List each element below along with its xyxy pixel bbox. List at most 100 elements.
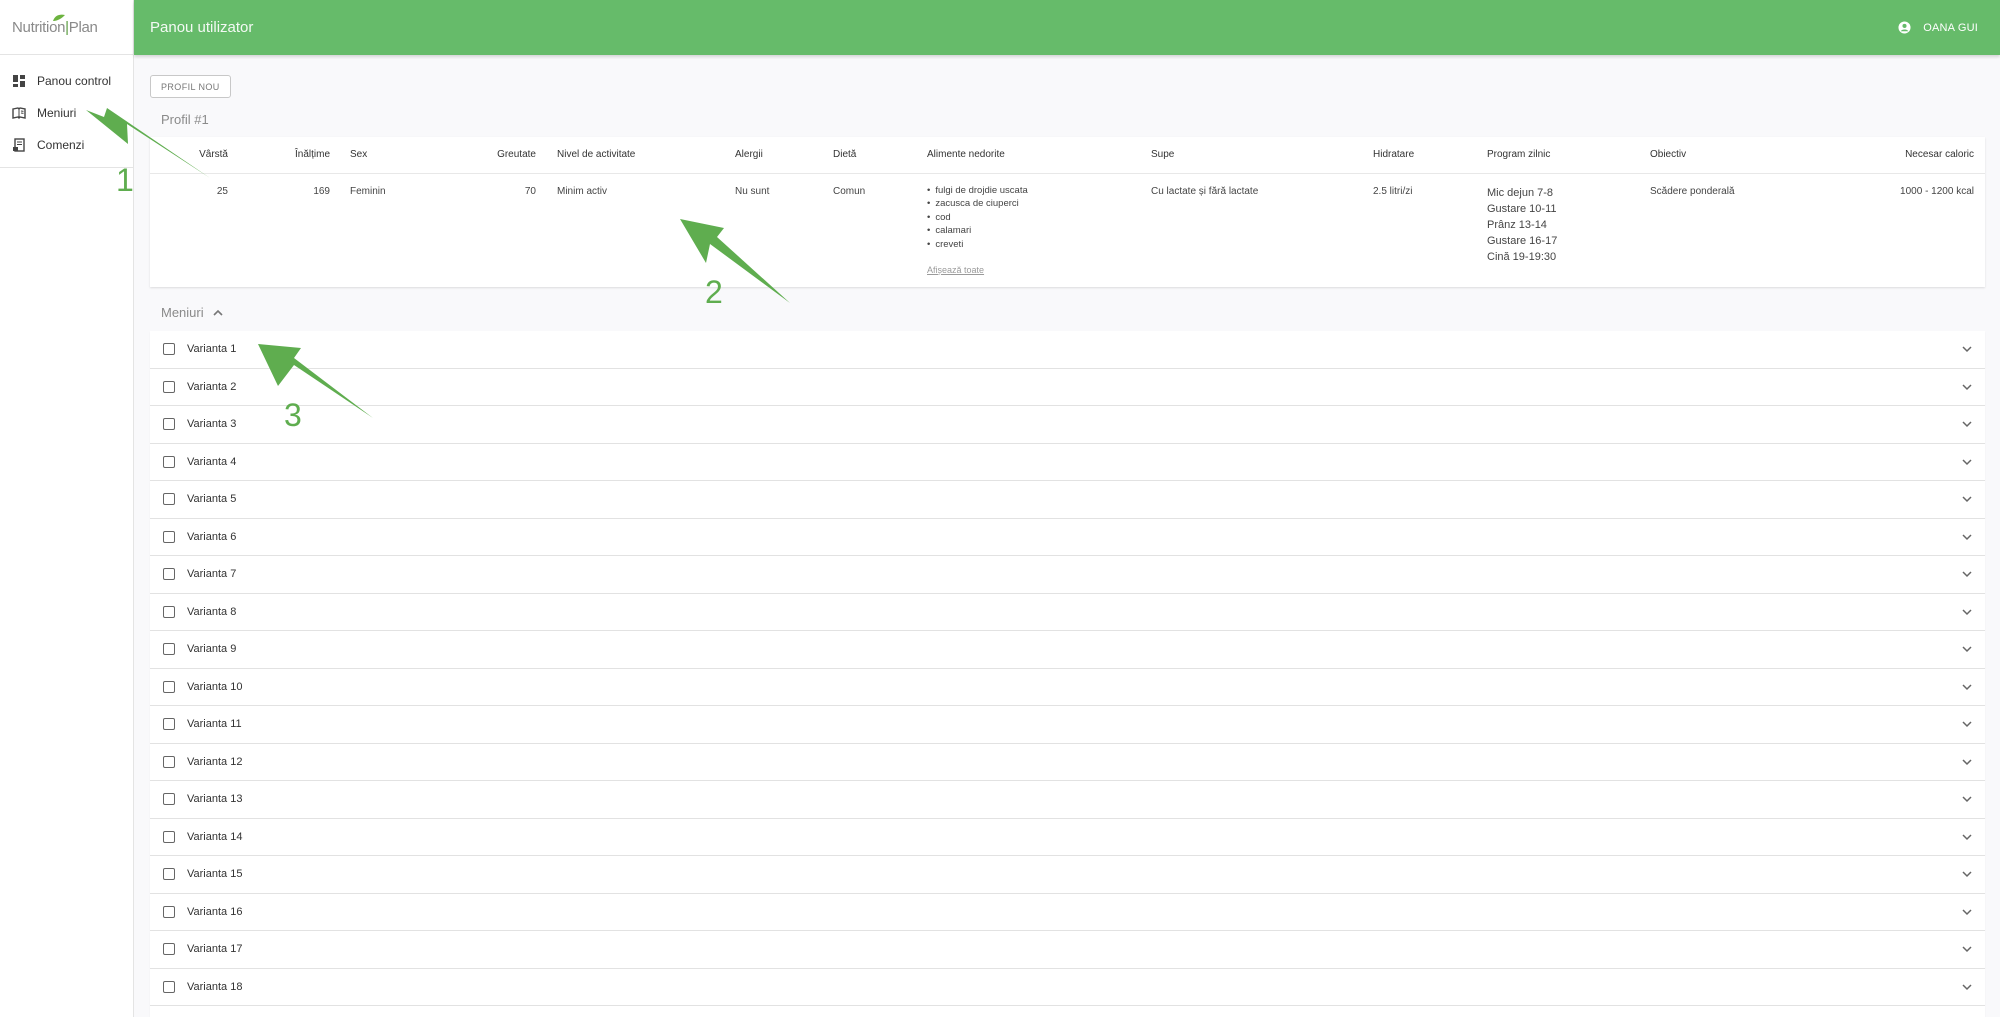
cell-activity: Minim activ: [557, 186, 608, 197]
variant-row[interactable]: Varianta 11: [150, 706, 1985, 744]
variant-row[interactable]: Varianta 18: [150, 968, 1985, 1006]
variant-label: Varianta 17: [187, 943, 243, 956]
variant-row[interactable]: Varianta 16: [150, 893, 1985, 931]
user-menu[interactable]: OANA GUI: [1898, 21, 1978, 34]
variant-row[interactable]: Varianta 19: [150, 1006, 1985, 1017]
header-divider: [150, 173, 1985, 174]
variant-checkbox[interactable]: [163, 455, 175, 468]
chevron-down-icon[interactable]: [1961, 793, 1973, 805]
variant-label: Varianta 14: [187, 830, 243, 843]
cell-goal: Scădere ponderală: [1650, 186, 1735, 197]
chevron-down-icon[interactable]: [1961, 643, 1973, 655]
variant-checkbox[interactable]: [163, 755, 175, 768]
variant-label: Varianta 8: [187, 605, 237, 618]
variant-checkbox[interactable]: [163, 718, 175, 731]
variant-row[interactable]: Varianta 13: [150, 781, 1985, 819]
chevron-down-icon[interactable]: [1961, 493, 1973, 505]
sidebar-item-meniuri[interactable]: Meniuri: [0, 97, 133, 129]
chevron-down-icon[interactable]: [1961, 868, 1973, 880]
variant-row[interactable]: Varianta 6: [150, 518, 1985, 556]
variant-row[interactable]: Varianta 5: [150, 481, 1985, 519]
variant-checkbox[interactable]: [163, 493, 175, 506]
list-item: zacusca de ciuperci: [927, 197, 1028, 210]
variant-checkbox[interactable]: [163, 418, 175, 431]
variant-checkbox[interactable]: [163, 605, 175, 618]
column-header: Alergii: [735, 149, 763, 160]
column-header: Program zilnic: [1487, 149, 1551, 160]
variant-label: Varianta 13: [187, 793, 243, 806]
column-header: Obiectiv: [1650, 149, 1687, 160]
variant-label: Varianta 2: [187, 380, 237, 393]
chevron-down-icon[interactable]: [1961, 381, 1973, 393]
variant-checkbox[interactable]: [163, 830, 175, 843]
variant-row[interactable]: Varianta 15: [150, 856, 1985, 894]
chevron-down-icon[interactable]: [1961, 418, 1973, 430]
variant-row[interactable]: Varianta 7: [150, 556, 1985, 594]
variant-row[interactable]: Varianta 10: [150, 668, 1985, 706]
chevron-down-icon[interactable]: [1961, 343, 1973, 355]
variant-row[interactable]: Varianta 12: [150, 743, 1985, 781]
sidebar: Nutrition|Plan Panou control Meniuri Com…: [0, 0, 134, 1017]
annotation-label-1: 1: [116, 162, 134, 198]
user-name: OANA GUI: [1923, 21, 1978, 34]
new-profile-button[interactable]: PROFIL NOU: [150, 75, 231, 98]
show-all-link[interactable]: Afișează toate: [927, 265, 984, 275]
sidebar-item-panou-control[interactable]: Panou control: [0, 65, 133, 97]
sidebar-item-comenzi[interactable]: Comenzi: [0, 129, 133, 161]
column-header: Supe: [1151, 149, 1175, 160]
sidebar-nav: Panou control Meniuri Comenzi: [0, 55, 133, 168]
variant-checkbox[interactable]: [163, 943, 175, 956]
chevron-down-icon[interactable]: [1961, 456, 1973, 468]
variant-row[interactable]: Varianta 17: [150, 931, 1985, 969]
sidebar-item-label: Comenzi: [37, 138, 85, 152]
variant-row[interactable]: Varianta 8: [150, 593, 1985, 631]
variant-row[interactable]: Varianta 9: [150, 631, 1985, 669]
variant-checkbox[interactable]: [163, 568, 175, 581]
chevron-down-icon[interactable]: [1961, 606, 1973, 618]
chevron-down-icon[interactable]: [1961, 531, 1973, 543]
variant-checkbox[interactable]: [163, 530, 175, 543]
schedule-item: Cină 19-19:30: [1487, 251, 1557, 263]
annotation-label-2: 2: [705, 274, 723, 310]
variant-row[interactable]: Varianta 14: [150, 818, 1985, 856]
chevron-down-icon[interactable]: [1961, 906, 1973, 918]
column-header: Vârstă: [199, 149, 228, 160]
variant-checkbox[interactable]: [163, 793, 175, 806]
variant-checkbox[interactable]: [163, 980, 175, 993]
chevron-down-icon[interactable]: [1961, 756, 1973, 768]
cell-allergies: Nu sunt: [735, 186, 770, 197]
variant-checkbox[interactable]: [163, 868, 175, 881]
chevron-down-icon[interactable]: [1961, 568, 1973, 580]
chevron-down-icon[interactable]: [1961, 981, 1973, 993]
variant-label: Varianta 10: [187, 680, 243, 693]
variant-row[interactable]: Varianta 3: [150, 406, 1985, 444]
variant-row[interactable]: Varianta 4: [150, 443, 1985, 481]
chevron-down-icon[interactable]: [1961, 943, 1973, 955]
logo[interactable]: Nutrition|Plan: [0, 0, 133, 55]
dashboard-icon: [13, 75, 25, 87]
variant-checkbox[interactable]: [163, 905, 175, 918]
list-item: calamari: [927, 224, 1028, 237]
page-title: Panou utilizator: [150, 19, 254, 36]
variant-checkbox[interactable]: [163, 643, 175, 656]
menus-section-toggle[interactable]: Meniuri: [161, 305, 223, 320]
variant-row[interactable]: Varianta 1: [150, 331, 1985, 369]
chevron-down-icon[interactable]: [1961, 831, 1973, 843]
variants-list: Varianta 1 Varianta 2 Varianta 3 Varianta 4…: [150, 331, 1985, 1017]
variant-checkbox[interactable]: [163, 343, 175, 356]
variant-label: Varianta 12: [187, 755, 243, 768]
cell-calories: 1000 - 1200 kcal: [1900, 186, 1974, 197]
profile-table: Vârstă Înălțime Sex Greutate Nivel de ac…: [150, 137, 1985, 287]
variant-label: Varianta 15: [187, 868, 243, 881]
variant-label: Varianta 7: [187, 568, 237, 581]
variant-row[interactable]: Varianta 2: [150, 368, 1985, 406]
cell-diet: Comun: [833, 186, 866, 197]
app-header: Panou utilizator OANA GUI: [134, 0, 2000, 55]
cell-age: 25: [216, 186, 228, 197]
variant-checkbox[interactable]: [163, 680, 175, 693]
chevron-down-icon[interactable]: [1961, 681, 1973, 693]
chevron-down-icon[interactable]: [1961, 718, 1973, 730]
variant-label: Varianta 5: [187, 493, 237, 506]
variant-label: Varianta 1: [187, 343, 237, 356]
variant-checkbox[interactable]: [163, 380, 175, 393]
